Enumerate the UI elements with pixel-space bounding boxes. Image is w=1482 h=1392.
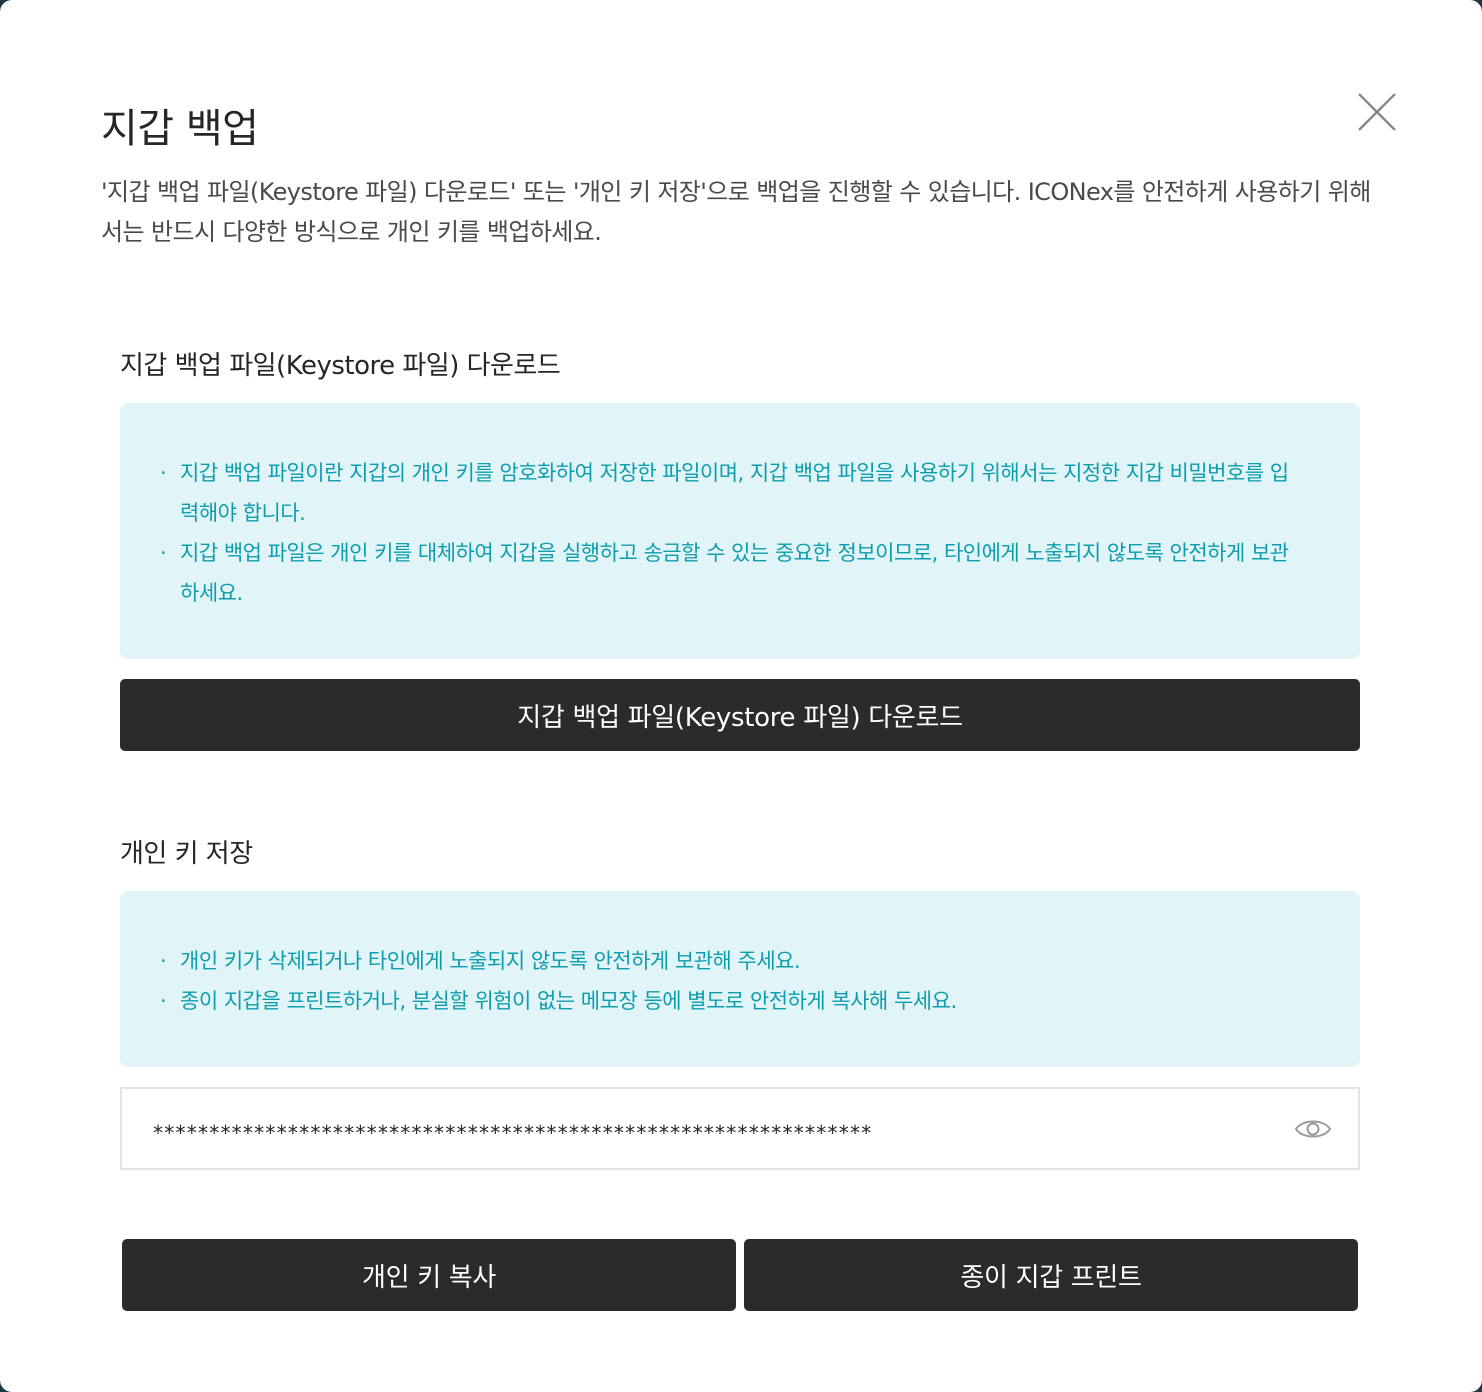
keystore-note: 지갑 백업 파일이란 지갑의 개인 키를 암호화하여 저장한 파일이며, 지갑 … (160, 453, 1290, 533)
modal-description: '지갑 백업 파일(Keystore 파일) 다운로드' 또는 '개인 키 저장… (101, 178, 1371, 246)
download-keystore-button[interactable]: 지갑 백업 파일(Keystore 파일) 다운로드 (120, 679, 1360, 751)
private-key-note: 종이 지갑을 프린트하거나, 분실할 위험이 없는 메모장 등에 별도로 안전하… (160, 981, 1290, 1021)
private-key-field[interactable]: ****************************************… (120, 1087, 1360, 1170)
copy-private-key-button[interactable]: 개인 키 복사 (122, 1239, 736, 1311)
private-key-section-heading: 개인 키 저장 (120, 839, 253, 869)
private-key-info-box: 개인 키가 삭제되거나 타인에게 노출되지 않도록 안전하게 보관해 주세요. … (120, 891, 1360, 1067)
keystore-note: 지갑 백업 파일은 개인 키를 대체하여 지갑을 실행하고 송금할 수 있는 중… (160, 533, 1290, 613)
modal-title: 지갑 백업 (101, 106, 259, 152)
keystore-section-heading: 지갑 백업 파일(Keystore 파일) 다운로드 (120, 351, 561, 381)
eye-icon (1294, 1120, 1332, 1137)
private-key-masked-value: ****************************************… (152, 1120, 872, 1145)
toggle-visibility-button[interactable] (1294, 1115, 1332, 1143)
backup-wallet-modal: 지갑 백업 '지갑 백업 파일(Keystore 파일) 다운로드' 또는 '개… (0, 0, 1482, 1392)
private-key-note: 개인 키가 삭제되거나 타인에게 노출되지 않도록 안전하게 보관해 주세요. (160, 941, 1290, 981)
print-paper-wallet-button[interactable]: 종이 지갑 프린트 (744, 1239, 1358, 1311)
close-icon (1358, 93, 1396, 131)
close-button[interactable] (1352, 88, 1402, 138)
keystore-info-box: 지갑 백업 파일이란 지갑의 개인 키를 암호화하여 저장한 파일이며, 지갑 … (120, 403, 1360, 659)
